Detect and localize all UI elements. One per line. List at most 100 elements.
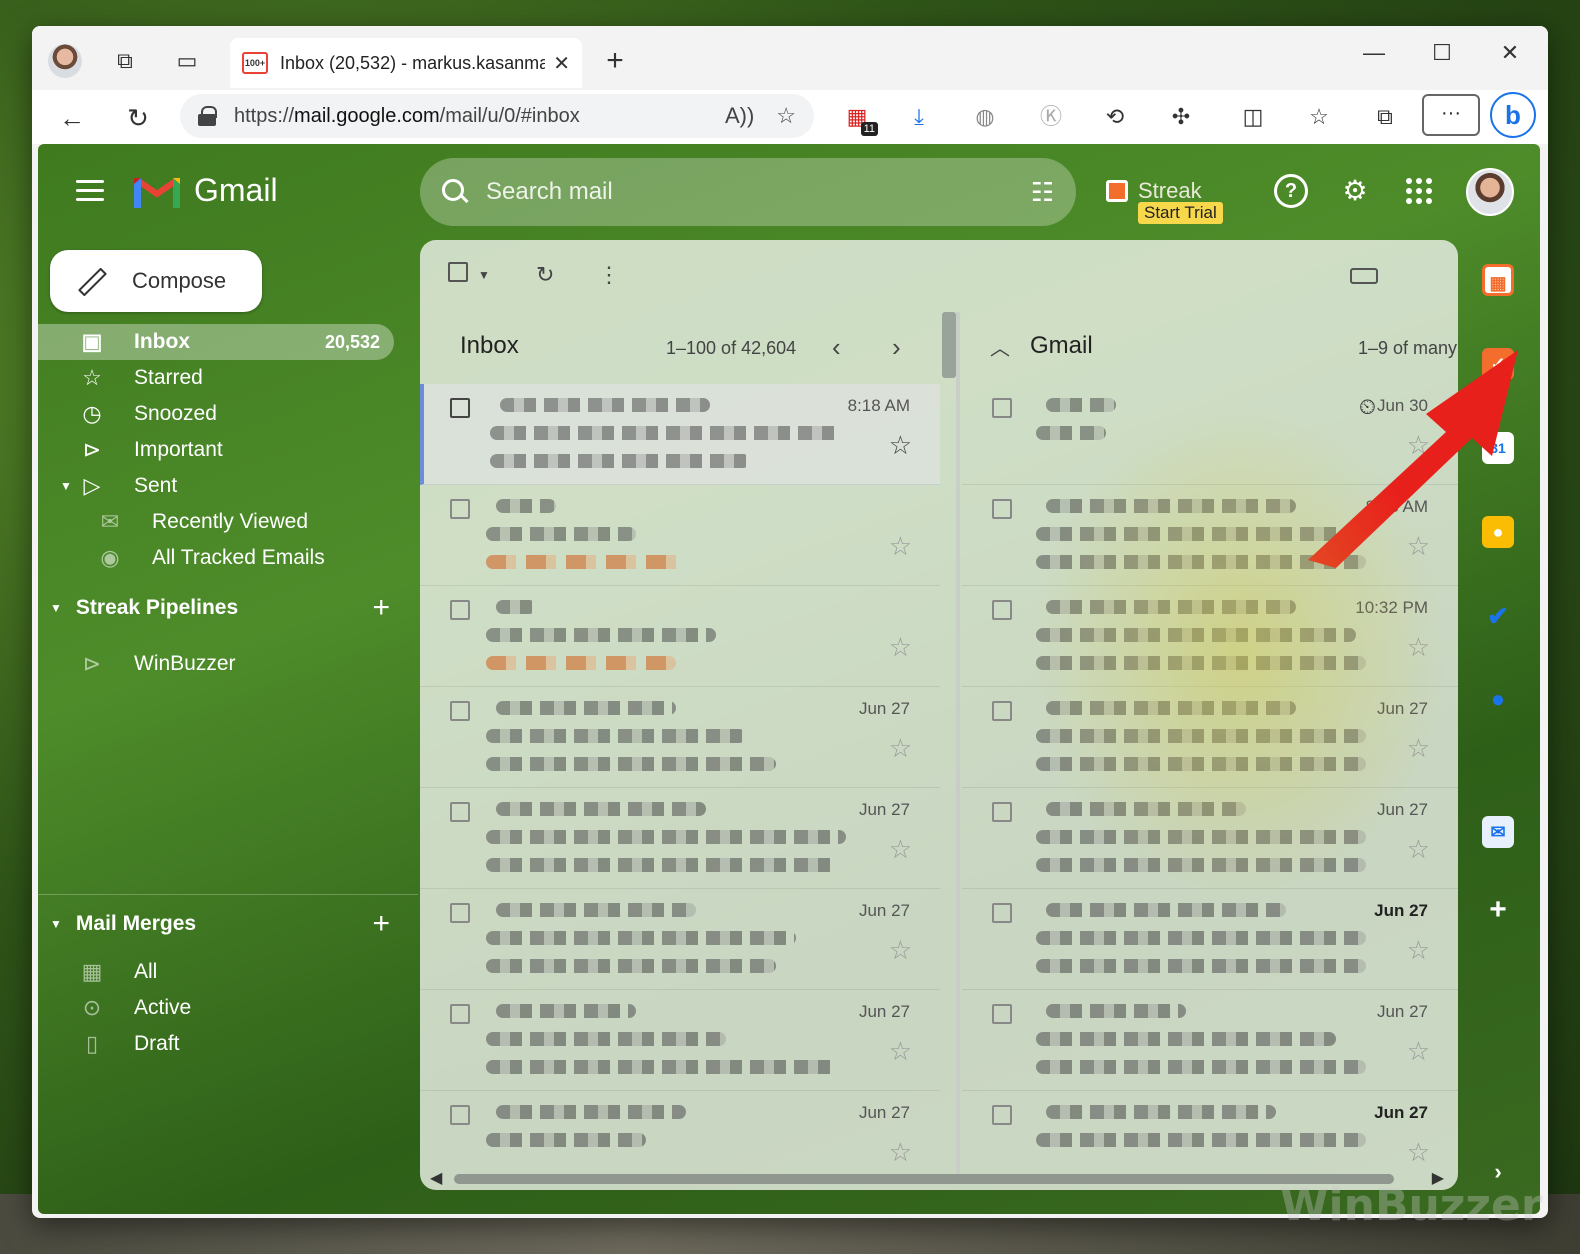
next-page-icon[interactable]: › [892, 332, 901, 363]
close-window-button[interactable]: ✕ [1490, 40, 1530, 66]
sidebar-item-recently-viewed[interactable]: ✉ Recently Viewed [38, 504, 398, 540]
row-checkbox[interactable] [450, 802, 470, 822]
settings-gear-icon[interactable]: ⚙ [1338, 174, 1372, 208]
refresh-mail-icon[interactable]: ↻ [536, 260, 554, 290]
minimize-button[interactable]: — [1354, 40, 1394, 66]
star-icon[interactable]: ☆ [889, 935, 912, 966]
row-checkbox[interactable] [992, 701, 1012, 721]
main-menu-icon[interactable] [76, 180, 104, 201]
star-icon[interactable]: ☆ [1407, 935, 1430, 966]
close-tab-icon[interactable]: ✕ [553, 51, 570, 76]
collapse-caret-icon[interactable]: ▼ [50, 601, 62, 615]
scroll-thumb[interactable] [454, 1174, 1394, 1184]
row-checkbox[interactable] [450, 903, 470, 923]
email-row[interactable]: Jun 27 ☆ [962, 788, 1458, 889]
star-icon[interactable]: ☆ [1407, 733, 1430, 764]
gmail-logo-icon[interactable] [134, 174, 180, 208]
email-row[interactable]: Jun 27 ☆ [962, 687, 1458, 788]
sidebar-item-important[interactable]: ⊳ Important [38, 432, 398, 468]
contacts-icon[interactable]: ● [1482, 684, 1514, 716]
streak-panel-icon[interactable]: ▦ [1482, 264, 1514, 296]
row-checkbox[interactable] [992, 903, 1012, 923]
select-all-checkbox[interactable] [448, 260, 468, 290]
mail-merges-header[interactable]: ▼ Mail Merges + [50, 907, 390, 940]
search-bar[interactable]: Search mail ☷ [420, 158, 1076, 226]
tab-actions-icon[interactable]: ▭ [172, 46, 202, 76]
search-input[interactable]: Search mail [486, 178, 1031, 206]
email-row[interactable]: 8:18 AM ☆ [420, 384, 940, 485]
maximize-button[interactable]: ☐ [1422, 40, 1462, 66]
star-icon[interactable]: ☆ [889, 733, 912, 764]
star-icon[interactable]: ☆ [889, 834, 912, 865]
google-apps-icon[interactable] [1406, 174, 1440, 208]
sidebar-item-starred[interactable]: ☆ Starred [38, 360, 398, 396]
email-row[interactable]: 10:32 PM ☆ [962, 586, 1458, 687]
calendar-extension-icon[interactable]: ▦ 11 [842, 102, 878, 136]
star-icon[interactable]: ☆ [1407, 1137, 1430, 1168]
addon-icon[interactable]: ✉ [1482, 816, 1514, 848]
star-icon[interactable]: ☆ [1407, 1036, 1430, 1067]
search-options-icon[interactable]: ☷ [1031, 177, 1054, 208]
row-checkbox[interactable] [450, 1105, 470, 1125]
favorite-star-icon[interactable]: ☆ [776, 103, 796, 129]
email-row[interactable]: Jun 27 ☆ [962, 889, 1458, 990]
add-mail-merge-icon[interactable]: + [372, 907, 390, 941]
email-row[interactable]: 8:18 AM ☆ [962, 485, 1458, 586]
star-icon[interactable]: ☆ [1407, 430, 1430, 461]
search-icon[interactable] [442, 179, 468, 205]
split-pane-handle[interactable] [942, 312, 956, 378]
email-row[interactable]: Jun 27 ☆ [420, 687, 940, 788]
split-screen-icon[interactable]: ◫ [1238, 102, 1268, 132]
star-icon[interactable]: ☆ [889, 1036, 912, 1067]
row-checkbox[interactable] [450, 701, 470, 721]
streak-pipelines-header[interactable]: ▼ Streak Pipelines + [50, 591, 390, 624]
expand-caret-icon[interactable]: ▼ [60, 479, 72, 493]
sidebar-item-merge-all[interactable]: ▦ All [38, 954, 398, 990]
bing-copilot-icon[interactable]: b [1490, 92, 1536, 138]
star-icon[interactable]: ☆ [1407, 531, 1430, 562]
k-extension-icon[interactable]: Ⓚ [1036, 102, 1066, 132]
sidebar-item-all-tracked-emails[interactable]: ◉ All Tracked Emails [38, 540, 398, 576]
get-addons-plus-icon[interactable]: + [1482, 894, 1514, 926]
email-row[interactable]: Jun 27 ☆ [420, 788, 940, 889]
back-button[interactable]: ← [54, 100, 90, 136]
star-icon[interactable]: ☆ [889, 1137, 912, 1168]
star-icon[interactable]: ☆ [889, 632, 912, 663]
tab-inbox[interactable]: 100+ Inbox (20,532) - markus.kasanma ✕ [230, 38, 582, 88]
more-options-icon[interactable]: ⋮ [598, 260, 620, 290]
sidebar-item-merge-active[interactable]: ⊙ Active [38, 990, 398, 1026]
download-extension-icon[interactable]: ⤓ [904, 102, 934, 132]
row-checkbox[interactable] [992, 1105, 1012, 1125]
star-icon[interactable]: ☆ [889, 430, 912, 461]
row-checkbox[interactable] [450, 398, 470, 418]
start-trial-badge[interactable]: Start Trial [1138, 202, 1223, 224]
add-pipeline-icon[interactable]: + [372, 591, 390, 625]
row-checkbox[interactable] [992, 398, 1012, 418]
star-icon[interactable]: ☆ [1407, 834, 1430, 865]
collapse-section-icon[interactable]: ︿ [990, 332, 1010, 361]
extensions-puzzle-icon[interactable]: ✣ [1166, 102, 1196, 132]
row-checkbox[interactable] [450, 600, 470, 620]
collapse-caret-icon[interactable]: ▼ [50, 917, 62, 931]
workspaces-icon[interactable]: ⧉ [110, 46, 140, 76]
address-bar[interactable]: https://mail.google.com/mail/u/0/#inbox … [180, 94, 814, 138]
row-checkbox[interactable] [992, 802, 1012, 822]
scroll-left-icon[interactable]: ◀ [430, 1168, 442, 1188]
email-row[interactable]: Jun 27 ☆ [420, 990, 940, 1091]
sidebar-item-snoozed[interactable]: ◷ Snoozed [38, 396, 398, 432]
favorites-icon[interactable]: ☆ [1304, 102, 1334, 132]
star-icon[interactable]: ☆ [889, 531, 912, 562]
tasks-icon[interactable]: ✔ [1482, 600, 1514, 632]
row-checkbox[interactable] [992, 1004, 1012, 1024]
row-checkbox[interactable] [450, 499, 470, 519]
email-row[interactable]: Jun 27 ☆ [420, 889, 940, 990]
select-dropdown-icon[interactable]: ▼ [478, 260, 490, 290]
new-tab-button[interactable]: + [600, 44, 630, 78]
row-checkbox[interactable] [450, 1004, 470, 1024]
keyboard-icon[interactable] [1350, 268, 1378, 284]
sidebar-item-merge-draft[interactable]: ▯ Draft [38, 1026, 398, 1062]
settings-more-button[interactable]: ··· [1422, 94, 1480, 136]
browser-profile-avatar[interactable] [48, 44, 82, 78]
collections-icon[interactable]: ⧉ [1370, 102, 1400, 132]
help-icon[interactable]: ? [1274, 174, 1308, 208]
